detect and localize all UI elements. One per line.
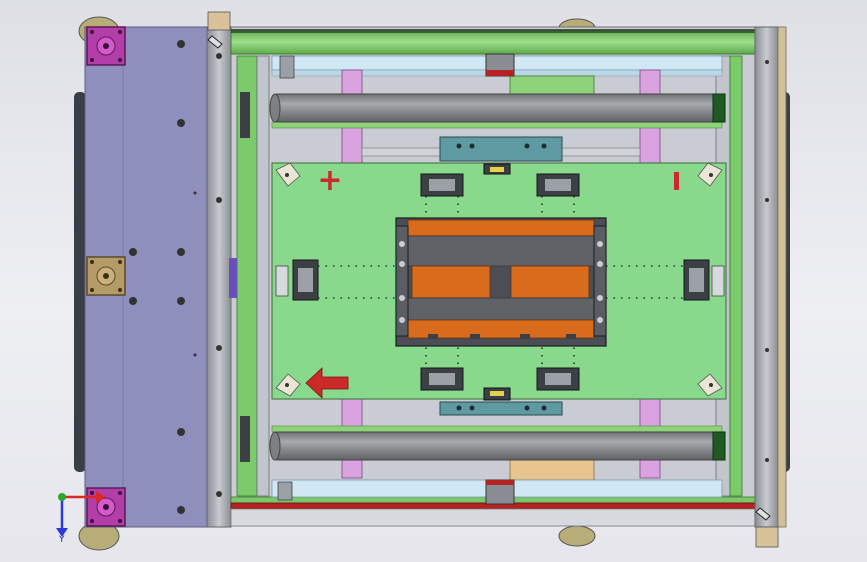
assembly-drawing[interactable]: + Y — [0, 0, 867, 562]
axis-y-label: Y — [58, 535, 65, 545]
right-grey-beam — [754, 26, 779, 528]
motor-bottom-left[interactable] — [86, 487, 126, 527]
left-grey-beam — [206, 26, 232, 528]
battery-cell-left — [411, 265, 491, 299]
left-track — [74, 92, 86, 472]
motor-middle-left[interactable] — [86, 256, 126, 296]
minus-marker — [674, 172, 679, 190]
bottom-tan-block — [509, 459, 595, 481]
right-green-rail — [729, 55, 743, 497]
top-green-beam — [230, 29, 756, 55]
bottom-base-strip — [230, 508, 756, 527]
wheel-bottom-right — [558, 525, 596, 547]
plus-marker: + — [317, 163, 342, 198]
roller-top[interactable] — [269, 93, 726, 123]
left-connector — [229, 258, 237, 298]
motor-top-left[interactable] — [86, 26, 126, 66]
battery-module[interactable] — [395, 217, 607, 347]
roller-bottom[interactable] — [269, 431, 726, 461]
axis-y-dot — [58, 493, 66, 501]
battery-cell-right — [510, 265, 590, 299]
cad-viewport[interactable]: + Y — [0, 0, 867, 562]
